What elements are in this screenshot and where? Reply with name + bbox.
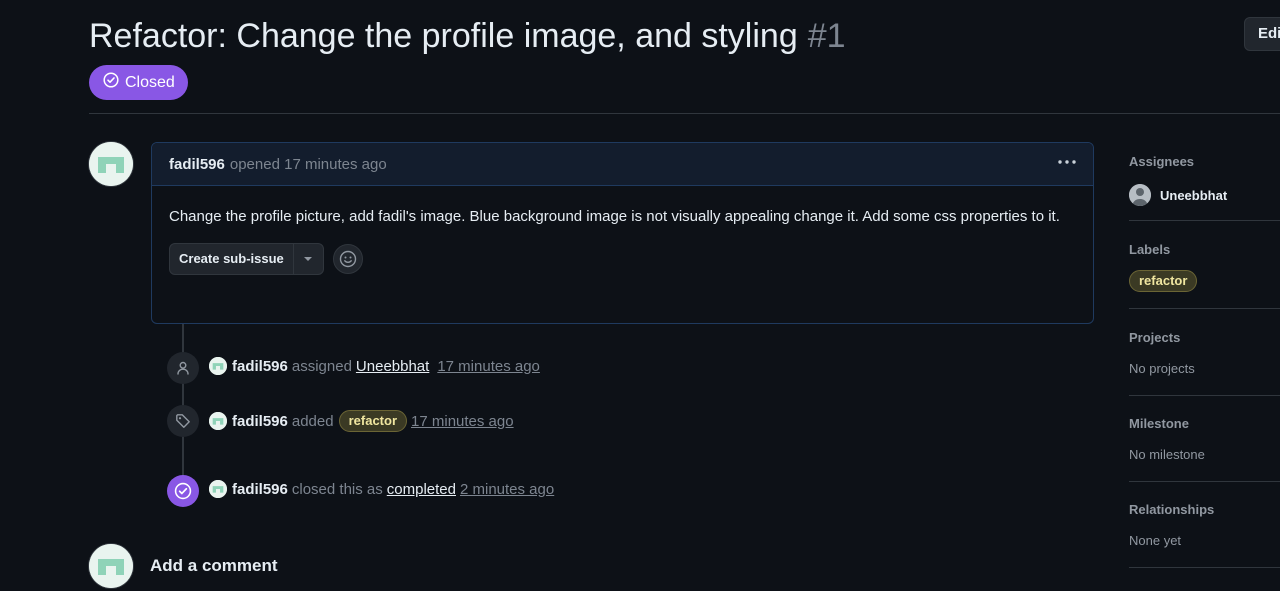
event-assignee-link[interactable]: Uneebbhat bbox=[356, 358, 429, 375]
event-reason-link[interactable]: completed bbox=[387, 481, 456, 498]
kebab-horizontal-icon[interactable] bbox=[1057, 154, 1077, 175]
sidebar-projects-heading[interactable]: Projects bbox=[1129, 330, 1180, 345]
closed-check-icon bbox=[103, 72, 119, 93]
event-verb: closed this as bbox=[291, 480, 383, 498]
comment-actions: Create sub-issue bbox=[169, 243, 1076, 275]
author-avatar[interactable] bbox=[89, 142, 133, 186]
event-verb: added bbox=[291, 412, 334, 430]
tag-icon bbox=[167, 405, 199, 437]
timeline-event-labeled: fadil596 added refactor 17 minutes ago bbox=[209, 410, 514, 432]
header-divider bbox=[89, 113, 1280, 114]
check-circle-icon bbox=[167, 475, 199, 507]
assignee-item[interactable]: Uneebbhat bbox=[1129, 184, 1227, 206]
add-reaction-button[interactable] bbox=[332, 244, 363, 274]
sidebar-milestone-value: No milestone bbox=[1129, 447, 1205, 462]
comment-header: fadil596 opened 17 minutes ago bbox=[152, 143, 1093, 186]
sidebar-labels-heading[interactable]: Labels bbox=[1129, 242, 1170, 257]
issue-number: #1 bbox=[807, 17, 846, 55]
event-actor[interactable]: fadil596 bbox=[232, 413, 288, 430]
comment-text: Change the profile picture, add fadil's … bbox=[169, 208, 1060, 225]
sidebar-divider bbox=[1129, 567, 1280, 568]
sidebar-relationships-value: None yet bbox=[1129, 533, 1182, 548]
smiley-icon bbox=[339, 250, 356, 268]
assignee-avatar bbox=[1129, 184, 1151, 206]
actor-avatar[interactable] bbox=[209, 357, 227, 375]
sidebar-divider bbox=[1129, 481, 1280, 482]
event-label-pill[interactable]: refactor bbox=[338, 410, 408, 432]
actor-avatar[interactable] bbox=[209, 480, 227, 498]
sidebar-divider bbox=[1129, 308, 1280, 309]
issue-title: Refactor: Change the profile image, and … bbox=[89, 17, 798, 55]
person-icon bbox=[167, 352, 199, 384]
current-user-avatar[interactable] bbox=[89, 544, 133, 588]
issue-title-row: Refactor: Change the profile image, and … bbox=[89, 14, 846, 58]
timeline-event-closed: fadil596 closed this as completed 2 minu… bbox=[209, 480, 554, 498]
event-time[interactable]: 17 minutes ago bbox=[437, 358, 540, 375]
comment-author[interactable]: fadil596 bbox=[169, 156, 225, 173]
issue-state-badge: Closed bbox=[89, 65, 188, 100]
sidebar-relationships-heading[interactable]: Relationships bbox=[1129, 502, 1214, 517]
assignee-name: Uneebbhat bbox=[1160, 187, 1228, 203]
timeline-event-assigned: fadil596 assigned Uneebbhat 17 minutes a… bbox=[209, 357, 540, 375]
triangle-down-icon bbox=[304, 257, 313, 261]
actor-avatar[interactable] bbox=[209, 412, 227, 430]
add-comment-heading: Add a comment bbox=[150, 556, 278, 575]
sidebar-milestone-heading[interactable]: Milestone bbox=[1129, 416, 1189, 431]
edit-title-button[interactable]: Edi bbox=[1244, 17, 1280, 51]
issue-state-label: Closed bbox=[125, 73, 175, 91]
sidebar-assignees-heading[interactable]: Assignees bbox=[1129, 154, 1194, 169]
event-time[interactable]: 17 minutes ago bbox=[411, 413, 514, 430]
event-verb: assigned bbox=[291, 357, 352, 375]
sidebar-divider bbox=[1129, 395, 1280, 396]
issue-comment: fadil596 opened 17 minutes ago Change th… bbox=[151, 142, 1094, 324]
event-time[interactable]: 2 minutes ago bbox=[460, 481, 554, 498]
event-actor[interactable]: fadil596 bbox=[232, 358, 288, 375]
sub-issue-dropdown-button[interactable] bbox=[292, 244, 323, 274]
event-actor[interactable]: fadil596 bbox=[232, 481, 288, 498]
comment-timestamp[interactable]: opened 17 minutes ago bbox=[230, 156, 387, 173]
sidebar-divider bbox=[1129, 220, 1280, 221]
sidebar-projects-value: No projects bbox=[1129, 361, 1195, 376]
create-sub-issue-button[interactable]: Create sub-issue bbox=[170, 244, 293, 274]
create-sub-issue-split-button: Create sub-issue bbox=[169, 243, 324, 275]
sidebar-label-pill[interactable]: refactor bbox=[1129, 270, 1198, 292]
comment-body: Change the profile picture, add fadil's … bbox=[152, 186, 1093, 275]
